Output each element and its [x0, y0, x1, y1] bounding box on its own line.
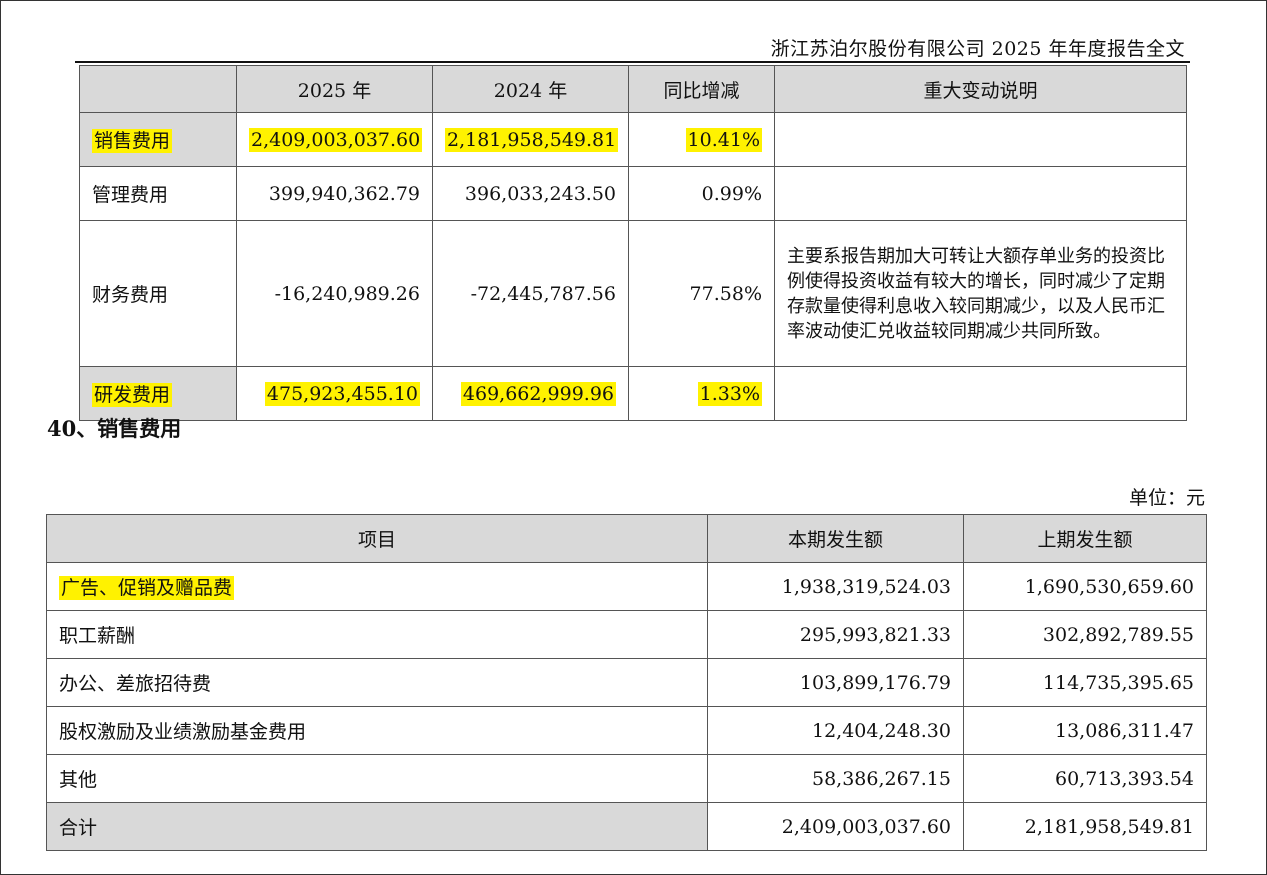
item-cell: 其他 [46, 754, 708, 803]
value-2025: 399,940,362.79 [236, 166, 433, 221]
table-row: 管理费用 399,940,362.79 396,033,243.50 0.99% [79, 166, 1187, 221]
highlight: 研发费用 [92, 383, 173, 407]
change-value: 0.99% [628, 166, 775, 221]
header-cell: 2025 年 [236, 65, 433, 113]
previous-value: 60,713,393.54 [963, 754, 1207, 803]
highlight: 2,409,003,037.60 [249, 127, 423, 152]
previous-value: 2,181,958,549.81 [963, 802, 1207, 851]
header-rule [75, 61, 1190, 63]
table-row: 其他 58,386,267.15 60,713,393.54 [46, 754, 1207, 803]
change-note [774, 366, 1187, 421]
highlight: 广告、促销及赠品费 [59, 576, 235, 600]
header-cell [79, 65, 237, 113]
header-cell: 2024 年 [432, 65, 629, 113]
total-row: 合计 2,409,003,037.60 2,181,958,549.81 [46, 802, 1207, 851]
previous-value: 114,735,395.65 [963, 658, 1207, 707]
change-note [774, 112, 1187, 167]
item-cell: 办公、差旅招待费 [46, 658, 708, 707]
header-cell: 上期发生额 [963, 514, 1207, 563]
header-cell: 同比增减 [628, 65, 775, 113]
item-cell: 股权激励及业绩激励基金费用 [46, 706, 708, 755]
highlight: 469,662,999.96 [460, 381, 616, 406]
value-2025: 475,923,455.10 [236, 366, 433, 421]
change-note [774, 166, 1187, 221]
document-header: 浙江苏泊尔股份有限公司 2025 年年度报告全文 [770, 38, 1185, 60]
current-value: 12,404,248.30 [707, 706, 964, 755]
highlight: 销售费用 [92, 129, 173, 153]
table-row: 广告、促销及赠品费 1,938,319,524.03 1,690,530,659… [46, 562, 1207, 611]
row-label: 销售费用 [79, 112, 237, 167]
current-value: 1,938,319,524.03 [707, 562, 964, 611]
table-row: 股权激励及业绩激励基金费用 12,404,248.30 13,086,311.4… [46, 706, 1207, 755]
value-2024: 469,662,999.96 [432, 366, 629, 421]
row-label: 管理费用 [79, 166, 237, 221]
header-cell: 重大变动说明 [774, 65, 1187, 113]
change-value: 10.41% [628, 112, 775, 167]
table-row: 财务费用 -16,240,989.26 -72,445,787.56 77.58… [79, 220, 1187, 367]
highlight: 10.41% [685, 127, 762, 152]
table-header-row: 项目 本期发生额 上期发生额 [46, 514, 1207, 563]
value-2024: 396,033,243.50 [432, 166, 629, 221]
current-value: 2,409,003,037.60 [707, 802, 964, 851]
expense-summary-table: 2025 年 2024 年 同比增减 重大变动说明 销售费用 2,409,003… [79, 65, 1187, 421]
highlight: 475,923,455.10 [264, 381, 420, 406]
previous-value: 13,086,311.47 [963, 706, 1207, 755]
current-value: 103,899,176.79 [707, 658, 964, 707]
table-header-row: 2025 年 2024 年 同比增减 重大变动说明 [79, 65, 1187, 113]
value-2024: 2,181,958,549.81 [432, 112, 629, 167]
item-cell: 合计 [46, 802, 708, 851]
previous-value: 302,892,789.55 [963, 610, 1207, 659]
current-value: 295,993,821.33 [707, 610, 964, 659]
value-2025: -16,240,989.26 [236, 220, 433, 367]
unit-label: 单位：元 [1128, 487, 1205, 509]
table-row: 销售费用 2,409,003,037.60 2,181,958,549.81 1… [79, 112, 1187, 167]
highlight: 2,181,958,549.81 [445, 127, 619, 152]
value-2025: 2,409,003,037.60 [236, 112, 433, 167]
sales-expense-table: 项目 本期发生额 上期发生额 广告、促销及赠品费 1,938,319,524.0… [46, 514, 1207, 851]
change-value: 1.33% [628, 366, 775, 421]
highlight: 1.33% [697, 381, 762, 406]
item-cell: 广告、促销及赠品费 [46, 562, 708, 611]
value-2024: -72,445,787.56 [432, 220, 629, 367]
table-row: 研发费用 475,923,455.10 469,662,999.96 1.33% [79, 366, 1187, 421]
item-cell: 职工薪酬 [46, 610, 708, 659]
current-value: 58,386,267.15 [707, 754, 964, 803]
table-row: 职工薪酬 295,993,821.33 302,892,789.55 [46, 610, 1207, 659]
previous-value: 1,690,530,659.60 [963, 562, 1207, 611]
header-cell: 项目 [46, 514, 708, 563]
header-cell: 本期发生额 [707, 514, 964, 563]
change-note: 主要系报告期加大可转让大额存单业务的投资比例使得投资收益有较大的增长，同时减少了… [774, 220, 1187, 367]
section-title: 40、销售费用 [47, 416, 182, 441]
table-row: 办公、差旅招待费 103,899,176.79 114,735,395.65 [46, 658, 1207, 707]
change-value: 77.58% [628, 220, 775, 367]
row-label: 财务费用 [79, 220, 237, 367]
